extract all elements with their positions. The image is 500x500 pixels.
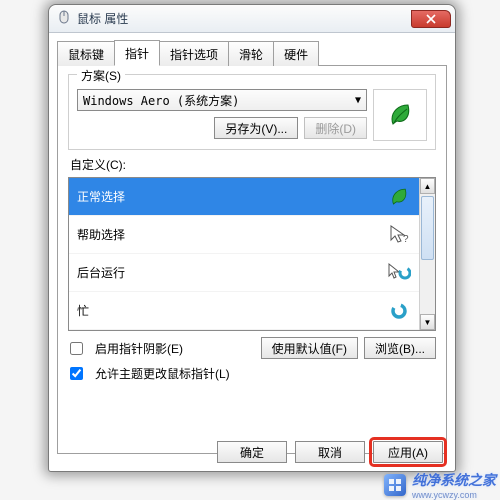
tab-buttons[interactable]: 鼠标键 (57, 41, 115, 66)
mouse-properties-dialog: 鼠标 属性 鼠标键 指针 指针选项 滑轮 硬件 方案(S) Windows Ae… (48, 4, 456, 472)
customize-label: 自定义(C): (70, 156, 436, 173)
list-item[interactable]: 忙 (69, 292, 419, 330)
list-item[interactable]: 精确选择 (69, 330, 419, 331)
tab-wheel[interactable]: 滑轮 (228, 41, 274, 66)
cancel-button[interactable]: 取消 (295, 441, 365, 463)
scroll-track[interactable] (420, 194, 435, 314)
scheme-preview (373, 89, 427, 141)
pointer-shadow-checkbox[interactable] (70, 342, 83, 355)
leaf-icon (386, 101, 414, 129)
tab-pointers[interactable]: 指针 (114, 40, 160, 66)
titlebar: 鼠标 属性 (49, 5, 455, 33)
theme-row: 允许主题更改鼠标指针(L) (68, 365, 436, 382)
busy-ring-icon (387, 299, 411, 323)
leaf-icon (387, 185, 411, 209)
window-title: 鼠标 属性 (77, 10, 411, 27)
tabstrip: 鼠标键 指针 指针选项 滑轮 硬件 (57, 39, 447, 66)
scheme-group: 方案(S) Windows Aero (系统方案) ▼ 另存为(V)... 删除… (68, 74, 436, 150)
scroll-up-button[interactable]: ▲ (420, 178, 435, 194)
cursor-list: 正常选择 帮助选择 ? 后台运行 (68, 177, 436, 331)
use-default-button[interactable]: 使用默认值(F) (261, 337, 358, 359)
svg-text:?: ? (403, 234, 409, 245)
browse-button[interactable]: 浏览(B)... (364, 337, 436, 359)
scheme-value: Windows Aero (系统方案) (83, 92, 239, 109)
watermark-logo-icon (384, 474, 406, 496)
watermark-url: www.ycwzy.com (412, 490, 496, 500)
arrow-busy-icon (387, 261, 411, 285)
close-button[interactable] (411, 10, 451, 28)
apply-button[interactable]: 应用(A) (373, 441, 443, 463)
close-icon (426, 14, 436, 24)
scroll-down-button[interactable]: ▼ (420, 314, 435, 330)
tab-body-pointers: 方案(S) Windows Aero (系统方案) ▼ 另存为(V)... 删除… (57, 66, 447, 454)
tab-pointer-options[interactable]: 指针选项 (159, 41, 229, 66)
shadow-row: 启用指针阴影(E) 使用默认值(F) 浏览(B)... (68, 337, 436, 359)
list-scrollbar[interactable]: ▲ ▼ (419, 178, 435, 330)
arrow-help-icon: ? (387, 223, 411, 247)
list-item[interactable]: 帮助选择 ? (69, 216, 419, 254)
allow-theme-checkbox[interactable] (70, 367, 83, 380)
scheme-dropdown[interactable]: Windows Aero (系统方案) ▼ (77, 89, 367, 111)
tab-hardware[interactable]: 硬件 (273, 41, 319, 66)
list-item[interactable]: 正常选择 (69, 178, 419, 216)
dialog-buttons: 确定 取消 应用(A) (217, 441, 443, 463)
chevron-down-icon: ▼ (355, 95, 361, 106)
list-item[interactable]: 后台运行 (69, 254, 419, 292)
allow-theme-label: 允许主题更改鼠标指针(L) (95, 365, 230, 382)
pointer-shadow-label: 启用指针阴影(E) (95, 340, 183, 357)
mouse-icon (57, 10, 71, 27)
ok-button[interactable]: 确定 (217, 441, 287, 463)
save-as-button[interactable]: 另存为(V)... (214, 117, 298, 139)
watermark: 纯净系统之家 www.ycwzy.com (384, 470, 496, 500)
scroll-thumb[interactable] (421, 196, 434, 260)
delete-button: 删除(D) (304, 117, 367, 139)
scheme-legend: 方案(S) (77, 67, 125, 84)
watermark-text: 纯净系统之家 (412, 470, 496, 490)
